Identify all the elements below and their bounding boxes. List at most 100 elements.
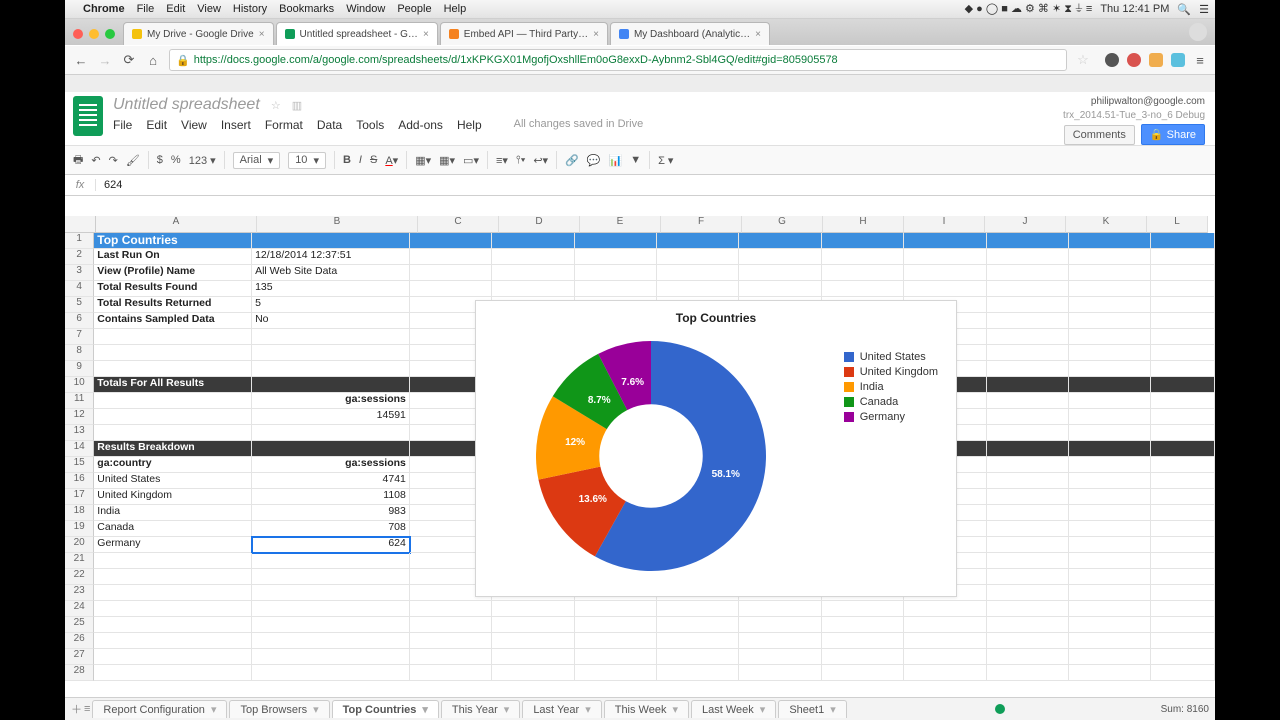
cell[interactable] [987,585,1069,601]
cell[interactable]: 983 [252,505,410,521]
filter-icon[interactable]: ▼ [630,154,641,166]
star-icon[interactable]: ☆ [271,100,281,112]
cell[interactable] [1151,297,1215,313]
cell[interactable]: ga:sessions [252,393,410,409]
cell[interactable] [657,665,739,681]
row-header[interactable]: 18 [65,505,94,521]
cell[interactable] [987,569,1069,585]
cell[interactable] [1069,441,1151,457]
window-close-icon[interactable] [73,29,83,39]
chrome-profile-avatar[interactable] [1189,23,1207,41]
cell[interactable] [987,601,1069,617]
cell[interactable] [252,569,410,585]
cell[interactable] [410,281,492,297]
cell[interactable] [822,265,904,281]
close-icon[interactable]: × [259,29,265,40]
cell[interactable]: India [94,505,252,521]
cell[interactable] [987,313,1069,329]
row-header[interactable]: 9 [65,361,94,377]
cell[interactable] [410,665,492,681]
cell[interactable] [492,649,574,665]
extension-icon[interactable] [1127,53,1141,67]
cell[interactable]: 1108 [252,489,410,505]
cell[interactable] [1069,633,1151,649]
cell[interactable] [410,601,492,617]
cell[interactable] [822,601,904,617]
cell[interactable] [1069,409,1151,425]
cell[interactable] [822,617,904,633]
cell[interactable] [822,233,904,249]
row-header[interactable]: 27 [65,649,94,665]
cell[interactable]: ga:sessions [252,457,410,473]
cell[interactable] [739,281,821,297]
cell[interactable] [904,633,986,649]
doc-title[interactable]: Untitled spreadsheet [113,96,260,113]
cell[interactable] [822,665,904,681]
undo-icon[interactable]: ↶ [91,154,100,167]
clock[interactable]: Thu 12:41 PM [1100,3,1169,15]
cell[interactable] [1151,233,1215,249]
cell[interactable] [904,233,986,249]
sheet-tab[interactable]: Last Year▾ [522,700,601,718]
cell[interactable] [739,649,821,665]
cell[interactable] [1069,505,1151,521]
cell[interactable] [94,569,252,585]
cell[interactable]: Total Results Returned [94,297,252,313]
cell[interactable] [575,249,657,265]
quicksum[interactable]: Sum: 8160 [1161,704,1209,715]
cell[interactable] [987,489,1069,505]
cell[interactable] [252,345,410,361]
cell[interactable] [904,249,986,265]
cell[interactable] [1151,489,1215,505]
all-sheets-icon[interactable]: ≡ [84,703,90,715]
row-header[interactable]: 7 [65,329,94,345]
cell[interactable] [94,409,252,425]
spreadsheet-grid[interactable]: A B C D E F G H I J K L 1Top Countries2L… [65,216,1215,698]
cell[interactable] [575,233,657,249]
reload-icon[interactable]: ⟳ [121,52,137,68]
address-bar[interactable]: 🔒https://docs.google.com/a/google.com/sp… [169,49,1067,71]
cell[interactable] [252,377,410,393]
mac-menu-edit[interactable]: Edit [166,3,185,15]
window-minimize-icon[interactable] [89,29,99,39]
cell[interactable] [739,265,821,281]
menu-addons[interactable]: Add-ons [398,118,443,132]
cell[interactable] [94,393,252,409]
cell[interactable] [657,265,739,281]
extension-icon[interactable] [1149,53,1163,67]
row-header[interactable]: 8 [65,345,94,361]
cell[interactable]: Totals For All Results [94,377,252,393]
cell[interactable] [987,665,1069,681]
menu-insert[interactable]: Insert [221,118,251,132]
cell[interactable] [492,249,574,265]
cell[interactable] [987,553,1069,569]
cell[interactable] [94,553,252,569]
row-header[interactable]: 10 [65,377,94,393]
cell[interactable] [252,585,410,601]
cell[interactable] [1069,313,1151,329]
cell[interactable] [987,521,1069,537]
cell[interactable] [987,393,1069,409]
cell[interactable] [657,233,739,249]
cell[interactable] [1069,553,1151,569]
cell[interactable] [904,265,986,281]
cell[interactable]: United States [94,473,252,489]
cell[interactable] [1069,617,1151,633]
sheet-tab[interactable]: Top Countries▾ [332,700,439,718]
cell[interactable]: Canada [94,521,252,537]
cell[interactable] [1069,249,1151,265]
paint-format-icon[interactable]: 🖌 [126,154,140,167]
cell[interactable] [94,617,252,633]
close-icon[interactable]: × [423,29,429,40]
cell[interactable] [1069,649,1151,665]
chart-icon[interactable]: 📊 [608,154,622,167]
row-header[interactable]: 5 [65,297,94,313]
cell[interactable] [1151,473,1215,489]
cell[interactable]: 4741 [252,473,410,489]
cell[interactable] [252,633,410,649]
cell[interactable] [1151,521,1215,537]
cell[interactable] [1069,601,1151,617]
cell[interactable]: 624 [252,537,410,553]
cell[interactable]: ga:country [94,457,252,473]
cell[interactable] [657,633,739,649]
